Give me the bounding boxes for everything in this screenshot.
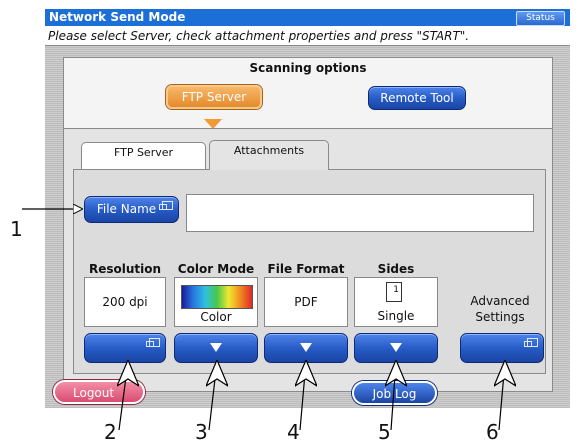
- resolution-value: 200 dpi: [84, 277, 166, 327]
- file-name-field[interactable]: [186, 194, 534, 232]
- file-name-label: File Name: [96, 202, 157, 216]
- title-bar: Network Send Mode Status: [45, 9, 570, 26]
- window-title: Network Send Mode: [49, 10, 186, 24]
- popup-icon: [159, 201, 173, 210]
- resolution-select-button[interactable]: [84, 333, 166, 363]
- advanced-label-line1: Advanced: [470, 294, 530, 308]
- sides-value: Single: [377, 309, 415, 323]
- logout-button[interactable]: Logout: [53, 380, 145, 404]
- tab-ftp-server[interactable]: FTP Server: [81, 142, 206, 169]
- sides-value-box: 1 Single: [354, 277, 438, 327]
- popup-icon: [524, 338, 538, 347]
- callout-6: 6: [486, 420, 499, 444]
- file-format-dropdown-button[interactable]: [264, 333, 348, 363]
- file-name-button[interactable]: File Name: [84, 196, 179, 223]
- color-mode-value-box: Color: [174, 277, 258, 327]
- callout-3: 3: [195, 420, 208, 444]
- job-log-button[interactable]: Job Log: [352, 381, 437, 405]
- ftp-server-button[interactable]: FTP Server: [166, 85, 262, 109]
- dropdown-arrow-icon: [390, 343, 402, 352]
- callout-5: 5: [378, 420, 391, 444]
- color-spectrum-icon: [181, 285, 253, 309]
- dropdown-arrow-icon: [210, 343, 222, 352]
- color-mode-label: Color Mode: [177, 262, 255, 276]
- advanced-settings-button[interactable]: [460, 333, 544, 363]
- sides-dropdown-button[interactable]: [354, 333, 438, 363]
- callout-2: 2: [104, 420, 117, 444]
- color-mode-dropdown-button[interactable]: [174, 333, 258, 363]
- file-format-label: File Format: [267, 262, 345, 276]
- instruction-text: Please select Server, check attachment p…: [45, 26, 570, 46]
- callout-4: 4: [287, 420, 300, 444]
- scanning-options-title: Scanning options: [249, 61, 367, 75]
- callout-1: 1: [10, 217, 23, 241]
- sides-label: Sides: [377, 262, 415, 276]
- advanced-settings-label: Advanced Settings: [460, 293, 540, 325]
- advanced-label-line2: Settings: [475, 310, 525, 324]
- file-format-value: PDF: [264, 277, 348, 327]
- tab-attachments[interactable]: Attachments: [209, 140, 329, 170]
- resolution-label: Resolution: [88, 262, 162, 276]
- single-side-page-icon: 1: [386, 282, 402, 302]
- popup-icon: [146, 338, 160, 347]
- remote-tool-button[interactable]: Remote Tool: [368, 86, 466, 110]
- color-mode-value: Color: [200, 310, 232, 324]
- dropdown-arrow-icon: [300, 343, 312, 352]
- status-button[interactable]: Status: [516, 11, 565, 26]
